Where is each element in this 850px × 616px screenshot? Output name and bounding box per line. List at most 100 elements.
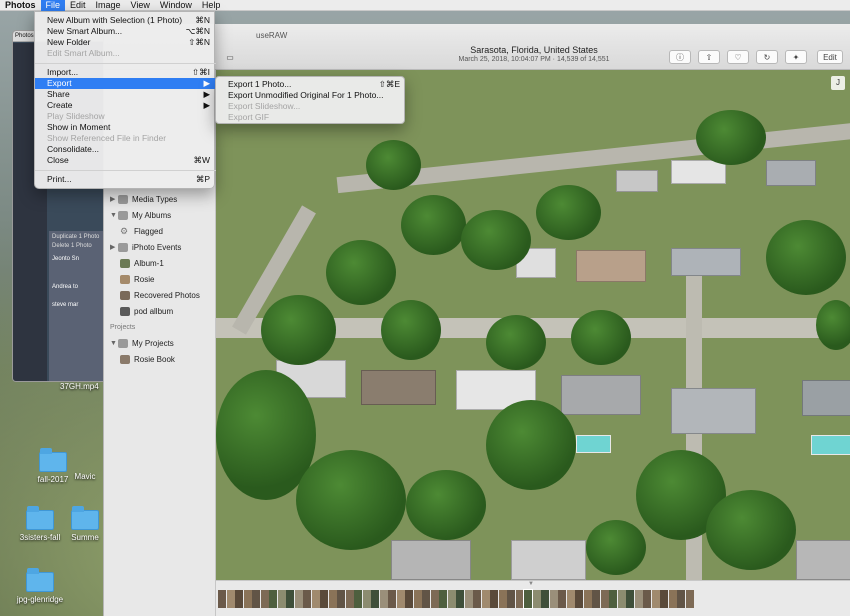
disclosure-icon[interactable]: ▶ xyxy=(110,195,118,203)
filmstrip-thumbnail[interactable] xyxy=(269,590,277,608)
info-icon[interactable]: ⓘ xyxy=(669,50,691,64)
menu-view[interactable]: View xyxy=(126,0,155,11)
menu-item-export-1-photo[interactable]: Export 1 Photo... ⇧⌘E xyxy=(216,79,406,90)
filmstrip[interactable]: ▼ xyxy=(216,580,850,616)
menu-item-close[interactable]: Close ⌘W xyxy=(35,155,216,166)
filmstrip-thumbnail[interactable] xyxy=(354,590,362,608)
sidebar-item-my-albums[interactable]: ▼ My Albums xyxy=(110,208,171,222)
filmstrip-thumbnail[interactable] xyxy=(626,590,634,608)
filmstrip-thumbnail[interactable] xyxy=(447,590,456,608)
filmstrip-thumbnail[interactable] xyxy=(337,590,345,608)
filmstrip-thumbnail[interactable] xyxy=(558,590,566,608)
sidebar-item-media-types[interactable]: ▶ Media Types xyxy=(110,192,177,206)
filmstrip-thumbnail[interactable] xyxy=(294,590,303,608)
menu-photos[interactable]: Photos xyxy=(0,0,41,11)
menu-item-show-in-moment[interactable]: Show in Moment xyxy=(35,122,216,133)
filmstrip-thumbnail[interactable] xyxy=(498,590,507,608)
sidebar-item-recovered-photos[interactable]: Recovered Photos xyxy=(120,288,200,302)
filmstrip-thumbnail[interactable] xyxy=(507,590,515,608)
filmstrip-thumbnail[interactable] xyxy=(549,590,558,608)
disclosure-icon[interactable]: ▼ xyxy=(110,212,118,219)
filmstrip-thumbnail[interactable] xyxy=(634,590,643,608)
desktop-folder-jpg-glenridge[interactable]: jpg-glenridge xyxy=(5,568,75,604)
menu-window[interactable]: Window xyxy=(155,0,197,11)
edit-button[interactable]: Edit xyxy=(817,50,843,64)
sidebar-item-rosie-book[interactable]: Rosie Book xyxy=(120,352,175,366)
filmstrip-thumbnail[interactable] xyxy=(464,590,473,608)
menu-item-import[interactable]: Import... ⇧⌘I xyxy=(35,67,216,78)
filmstrip-thumbnail[interactable] xyxy=(252,590,260,608)
menu-item-share[interactable]: Share ▶ xyxy=(35,89,216,100)
rotate-icon[interactable]: ↻ xyxy=(756,50,778,64)
filmstrip-thumbnail[interactable] xyxy=(405,590,413,608)
filmstrip-thumbnail[interactable] xyxy=(473,590,481,608)
menu-item-new-smart-album[interactable]: New Smart Album... ⌥⌘N xyxy=(35,26,216,37)
filmstrip-thumbnail[interactable] xyxy=(592,590,600,608)
filmstrip-thumbnail[interactable] xyxy=(260,590,269,608)
filmstrip-thumbnail[interactable] xyxy=(523,589,533,609)
filmstrip-thumbnail[interactable] xyxy=(490,590,498,608)
disclosure-icon[interactable]: ▶ xyxy=(110,243,118,251)
sidebar-item-my-projects[interactable]: ▼ My Projects xyxy=(110,336,174,350)
filmstrip-thumbnail[interactable] xyxy=(617,590,626,608)
filmstrip-thumbnail[interactable] xyxy=(379,590,388,608)
disclosure-icon[interactable]: ▼ xyxy=(110,340,118,347)
filmstrip-thumbnail[interactable] xyxy=(575,590,583,608)
filmstrip-thumbnail[interactable] xyxy=(226,590,235,608)
filmstrip-thumbnail[interactable] xyxy=(422,590,430,608)
filmstrip-thumbnail[interactable] xyxy=(311,590,320,608)
filmstrip-thumbnail[interactable] xyxy=(651,590,660,608)
desktop-file-label[interactable]: 37GH.mp4 xyxy=(60,382,99,391)
filmstrip-thumbnail[interactable] xyxy=(685,590,694,608)
filmstrip-thumbnail[interactable] xyxy=(396,590,405,608)
filmstrip-thumbnail[interactable] xyxy=(600,590,609,608)
menu-edit[interactable]: Edit xyxy=(65,0,91,11)
sidebar-item-album-1[interactable]: Album-1 xyxy=(120,256,164,270)
filmstrip-thumbnail[interactable] xyxy=(677,590,685,608)
menu-item-print[interactable]: Print... ⌘P xyxy=(35,174,216,185)
filmstrip-thumbnail[interactable] xyxy=(430,590,439,608)
filmstrip-thumbnail[interactable] xyxy=(583,590,592,608)
sidebar-item-flagged[interactable]: ⚙ Flagged xyxy=(120,224,163,238)
filmstrip-thumbnail[interactable] xyxy=(456,590,464,608)
filmstrip-thumbnail[interactable] xyxy=(235,590,243,608)
sidebar-toggle-icon[interactable]: ▭ xyxy=(224,50,236,64)
menu-help[interactable]: Help xyxy=(197,0,226,11)
main-photo[interactable]: J xyxy=(216,70,850,580)
filmstrip-thumbnail[interactable] xyxy=(320,590,328,608)
filmstrip-thumbnail[interactable] xyxy=(609,590,617,608)
filmstrip-thumbnail[interactable] xyxy=(362,590,371,608)
share-icon[interactable]: ⇧ xyxy=(698,50,720,64)
filmstrip-thumbnail[interactable] xyxy=(532,590,541,608)
filmstrip-thumbnail[interactable] xyxy=(566,590,575,608)
filmstrip-thumbnail[interactable] xyxy=(541,590,549,608)
filmstrip-thumbnail[interactable] xyxy=(218,590,226,608)
filmstrip-thumbnail[interactable] xyxy=(660,590,668,608)
filmstrip-thumbnail[interactable] xyxy=(515,590,524,608)
menu-item-new-folder[interactable]: New Folder ⇧⌘N xyxy=(35,37,216,48)
menu-item-export[interactable]: Export ▶ xyxy=(35,78,216,89)
menu-item-consolidate[interactable]: Consolidate... xyxy=(35,144,216,155)
filmstrip-thumbnail[interactable] xyxy=(303,590,311,608)
filmstrip-thumbnail[interactable] xyxy=(413,590,422,608)
menu-file[interactable]: File xyxy=(40,0,66,11)
sidebar-item-pod-allbum[interactable]: pod allbum xyxy=(120,304,173,318)
menu-image[interactable]: Image xyxy=(91,0,126,11)
filmstrip-thumbnail[interactable] xyxy=(286,590,294,608)
filmstrip-thumbnail[interactable] xyxy=(371,590,379,608)
filmstrip-thumbnail[interactable] xyxy=(277,590,286,608)
filmstrip-thumbnail[interactable] xyxy=(668,590,677,608)
filmstrip-thumbnail[interactable] xyxy=(388,590,396,608)
menu-item-new-album-with-selection[interactable]: New Album with Selection (1 Photo) ⌘N xyxy=(35,15,216,26)
sidebar-item-iphoto-events[interactable]: ▶ iPhoto Events xyxy=(110,240,181,254)
filmstrip-thumbnail[interactable] xyxy=(481,590,490,608)
enhance-wand-icon[interactable]: ✦ xyxy=(785,50,807,64)
favorite-heart-icon[interactable]: ♡ xyxy=(727,50,749,64)
menu-item-create[interactable]: Create ▶ xyxy=(35,100,216,111)
sidebar-item-rosie[interactable]: Rosie xyxy=(120,272,154,286)
filmstrip-thumbnail[interactable] xyxy=(439,590,447,608)
menu-item-export-unmodified-original[interactable]: Export Unmodified Original For 1 Photo..… xyxy=(216,90,406,101)
filmstrip-thumbnail[interactable] xyxy=(643,590,651,608)
filmstrip-thumbnail[interactable] xyxy=(243,590,252,608)
filmstrip-thumbnail[interactable] xyxy=(328,590,337,608)
